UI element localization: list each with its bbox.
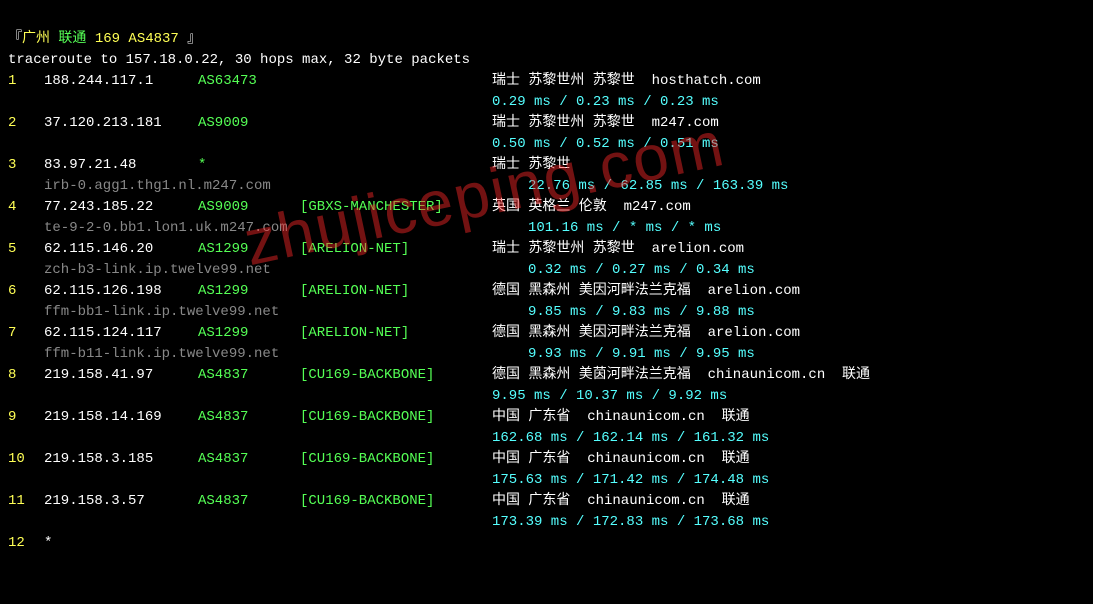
hop-latency: 173.39 ms / 172.83 ms / 173.68 ms bbox=[492, 512, 769, 533]
hop-row: 762.115.124.117AS1299[ARELION-NET]德国 黑森州… bbox=[8, 323, 1093, 344]
hop-row: 8219.158.41.97AS4837[CU169-BACKBONE]德国 黑… bbox=[8, 365, 1093, 386]
hop-detail-row: 173.39 ms / 172.83 ms / 173.68 ms bbox=[8, 512, 1093, 533]
hop-ip: 62.115.124.117 bbox=[44, 323, 198, 344]
hop-latency: 9.95 ms / 10.37 ms / 9.92 ms bbox=[492, 386, 727, 407]
hop-row: 9219.158.14.169AS4837[CU169-BACKBONE]中国 … bbox=[8, 407, 1093, 428]
hop-location: 德国 黑森州 美因河畔法兰克福 arelion.com bbox=[492, 281, 1093, 302]
hop-detail-row: te-9-2-0.bb1.lon1.uk.m247.com101.16 ms /… bbox=[8, 218, 1093, 239]
trace-header: traceroute to 157.18.0.22, 30 hops max, … bbox=[8, 50, 1093, 71]
hop-ip: 188.244.117.1 bbox=[44, 71, 198, 92]
hop-ip: 37.120.213.181 bbox=[44, 113, 198, 134]
hop-number: 12 bbox=[8, 533, 44, 554]
hop-row: 477.243.185.22AS9009[GBXS-MANCHESTER]英国 … bbox=[8, 197, 1093, 218]
hop-location: 德国 黑森州 美因河畔法兰克福 arelion.com bbox=[492, 323, 1093, 344]
hop-location: 中国 广东省 chinaunicom.cn 联通 bbox=[492, 449, 1093, 470]
hop-number: 3 bbox=[8, 155, 44, 176]
hop-tag: [CU169-BACKBONE] bbox=[300, 365, 492, 386]
hop-number: 2 bbox=[8, 113, 44, 134]
hop-number: 9 bbox=[8, 407, 44, 428]
hop-row: 562.115.146.20AS1299[ARELION-NET]瑞士 苏黎世州… bbox=[8, 239, 1093, 260]
hop-tag: [GBXS-MANCHESTER] bbox=[300, 197, 492, 218]
hop-latency: 0.32 ms / 0.27 ms / 0.34 ms bbox=[528, 260, 755, 281]
hop-asn: AS1299 bbox=[198, 323, 300, 344]
hop-asn: AS4837 bbox=[198, 365, 300, 386]
hop-asn: AS1299 bbox=[198, 239, 300, 260]
hop-ip: 77.243.185.22 bbox=[44, 197, 198, 218]
hop-latency: 162.68 ms / 162.14 ms / 161.32 ms bbox=[492, 428, 769, 449]
hop-row: 10219.158.3.185AS4837[CU169-BACKBONE]中国 … bbox=[8, 449, 1093, 470]
hop-asn: AS4837 bbox=[198, 449, 300, 470]
hop-detail-row: zch-b3-link.ip.twelve99.net0.32 ms / 0.2… bbox=[8, 260, 1093, 281]
hop-number: 10 bbox=[8, 449, 44, 470]
hop-number: 1 bbox=[8, 71, 44, 92]
hop-asn: * bbox=[198, 155, 300, 176]
hop-tag: [CU169-BACKBONE] bbox=[300, 491, 492, 512]
hop-tag: [ARELION-NET] bbox=[300, 281, 492, 302]
hop-ip: 219.158.41.97 bbox=[44, 365, 198, 386]
hop-asn: AS63473 bbox=[198, 71, 300, 92]
hop-location: 瑞士 苏黎世州 苏黎世 hosthatch.com bbox=[492, 71, 1093, 92]
hop-location: 瑞士 苏黎世州 苏黎世 arelion.com bbox=[492, 239, 1093, 260]
hop-number: 6 bbox=[8, 281, 44, 302]
hop-detail-row: ffm-bb1-link.ip.twelve99.net9.85 ms / 9.… bbox=[8, 302, 1093, 323]
hop-location: 英国 英格兰 伦敦 m247.com bbox=[492, 197, 1093, 218]
hop-number: 7 bbox=[8, 323, 44, 344]
hop-row: 12* bbox=[8, 533, 1093, 554]
hop-detail-row: irb-0.agg1.thg1.nl.m247.com22.76 ms / 62… bbox=[8, 176, 1093, 197]
hop-latency: 22.76 ms / 62.85 ms / 163.39 ms bbox=[528, 176, 788, 197]
hop-number: 11 bbox=[8, 491, 44, 512]
hop-ip: 219.158.14.169 bbox=[44, 407, 198, 428]
hop-list: 1188.244.117.1AS63473 瑞士 苏黎世州 苏黎世 hosthat… bbox=[8, 71, 1093, 554]
route-title: 『广州 联通 169 AS4837 』 bbox=[8, 8, 1093, 50]
hop-latency: 175.63 ms / 171.42 ms / 174.48 ms bbox=[492, 470, 769, 491]
hop-row: 1188.244.117.1AS63473 瑞士 苏黎世州 苏黎世 hosthat… bbox=[8, 71, 1093, 92]
hop-ip: 219.158.3.185 bbox=[44, 449, 198, 470]
hop-rdns: zch-b3-link.ip.twelve99.net bbox=[8, 260, 528, 281]
hop-asn: AS1299 bbox=[198, 281, 300, 302]
hop-row: 383.97.21.48* 瑞士 苏黎世 bbox=[8, 155, 1093, 176]
hop-ip: 219.158.3.57 bbox=[44, 491, 198, 512]
hop-number: 5 bbox=[8, 239, 44, 260]
hop-ip: * bbox=[44, 533, 198, 554]
hop-latency: 9.85 ms / 9.83 ms / 9.88 ms bbox=[528, 302, 755, 323]
hop-latency: 0.29 ms / 0.23 ms / 0.23 ms bbox=[492, 92, 719, 113]
hop-detail-row: ffm-b11-link.ip.twelve99.net9.93 ms / 9.… bbox=[8, 344, 1093, 365]
hop-ip: 62.115.126.198 bbox=[44, 281, 198, 302]
hop-tag: [CU169-BACKBONE] bbox=[300, 407, 492, 428]
hop-detail-row: 162.68 ms / 162.14 ms / 161.32 ms bbox=[8, 428, 1093, 449]
hop-asn: AS9009 bbox=[198, 197, 300, 218]
hop-row: 662.115.126.198AS1299[ARELION-NET]德国 黑森州… bbox=[8, 281, 1093, 302]
hop-tag: [CU169-BACKBONE] bbox=[300, 449, 492, 470]
hop-latency: 9.93 ms / 9.91 ms / 9.95 ms bbox=[528, 344, 755, 365]
hop-detail-row: 175.63 ms / 171.42 ms / 174.48 ms bbox=[8, 470, 1093, 491]
hop-rdns: ffm-bb1-link.ip.twelve99.net bbox=[8, 302, 528, 323]
hop-location: 中国 广东省 chinaunicom.cn 联通 bbox=[492, 407, 1093, 428]
hop-asn: AS4837 bbox=[198, 491, 300, 512]
hop-latency: 101.16 ms / * ms / * ms bbox=[528, 218, 721, 239]
hop-row: 11219.158.3.57AS4837[CU169-BACKBONE]中国 广… bbox=[8, 491, 1093, 512]
hop-number: 8 bbox=[8, 365, 44, 386]
hop-ip: 62.115.146.20 bbox=[44, 239, 198, 260]
hop-number: 4 bbox=[8, 197, 44, 218]
hop-detail-row: 0.29 ms / 0.23 ms / 0.23 ms bbox=[8, 92, 1093, 113]
hop-rdns: te-9-2-0.bb1.lon1.uk.m247.com bbox=[8, 218, 528, 239]
hop-latency: 0.50 ms / 0.52 ms / 0.51 ms bbox=[492, 134, 719, 155]
hop-asn: AS9009 bbox=[198, 113, 300, 134]
hop-location: 瑞士 苏黎世州 苏黎世 m247.com bbox=[492, 113, 1093, 134]
hop-detail-row: 0.50 ms / 0.52 ms / 0.51 ms bbox=[8, 134, 1093, 155]
hop-location: 德国 黑森州 美茵河畔法兰克福 chinaunicom.cn 联通 bbox=[492, 365, 1093, 386]
hop-location: 瑞士 苏黎世 bbox=[492, 155, 1093, 176]
hop-asn: AS4837 bbox=[198, 407, 300, 428]
hop-tag: [ARELION-NET] bbox=[300, 239, 492, 260]
hop-rdns: irb-0.agg1.thg1.nl.m247.com bbox=[8, 176, 528, 197]
hop-detail-row: 9.95 ms / 10.37 ms / 9.92 ms bbox=[8, 386, 1093, 407]
hop-tag: [ARELION-NET] bbox=[300, 323, 492, 344]
hop-location: 中国 广东省 chinaunicom.cn 联通 bbox=[492, 491, 1093, 512]
hop-row: 237.120.213.181AS9009 瑞士 苏黎世州 苏黎世 m247.co… bbox=[8, 113, 1093, 134]
hop-ip: 83.97.21.48 bbox=[44, 155, 198, 176]
hop-rdns: ffm-b11-link.ip.twelve99.net bbox=[8, 344, 528, 365]
